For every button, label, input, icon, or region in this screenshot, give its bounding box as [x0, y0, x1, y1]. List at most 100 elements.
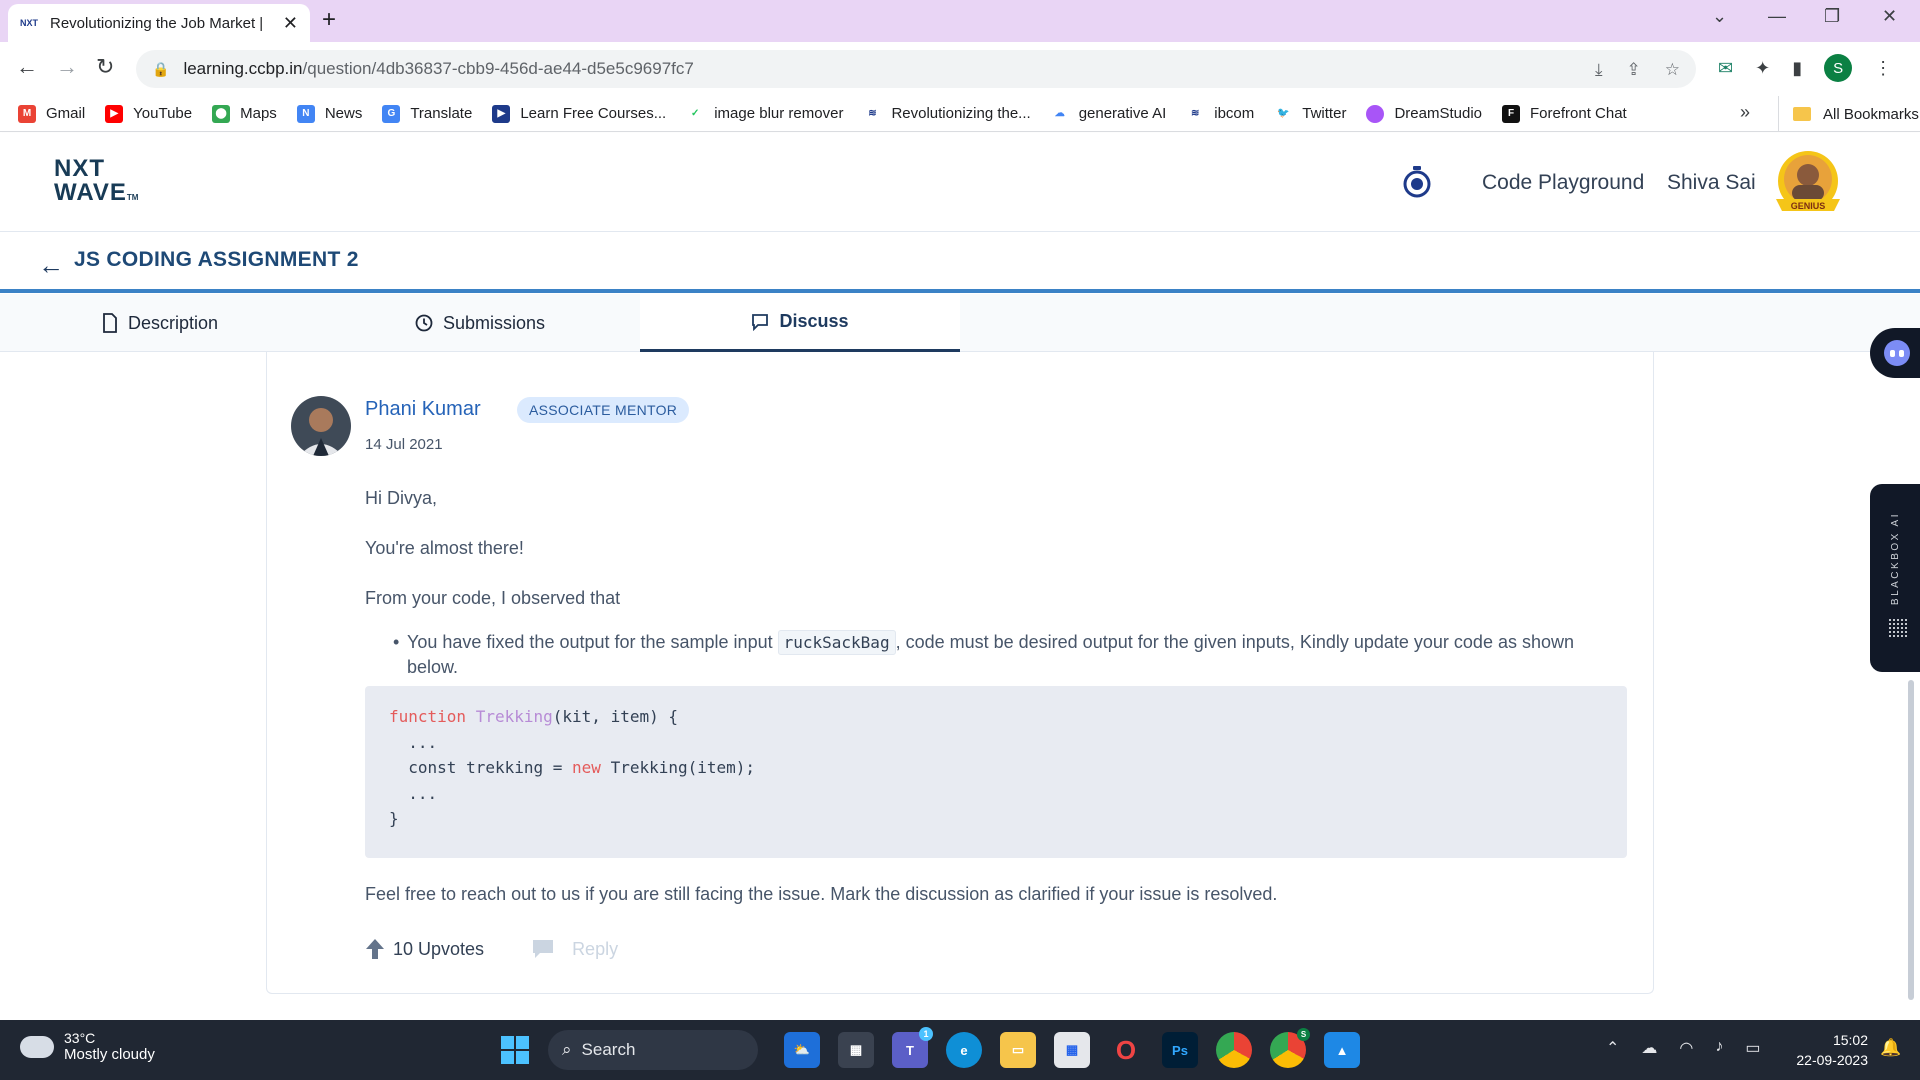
author-avatar[interactable] — [291, 396, 351, 456]
twitter-icon: 🐦 — [1277, 108, 1290, 119]
weather-status: Mostly cloudy — [64, 1046, 155, 1063]
lock-icon[interactable]: 🔒 — [152, 61, 169, 78]
taskbar-apps: ⌕ Search ⛅ ▦ T1 e ▭ ▦ O Ps S ▲ — [500, 1027, 1360, 1070]
browser-tab-active[interactable]: NXT Revolutionizing the Job Market | ✕ — [8, 4, 310, 42]
photoshop-icon[interactable]: Ps — [1162, 1032, 1198, 1068]
teams-badge: 1 — [919, 1027, 933, 1041]
question-tabs: Description Submissions Discuss — [0, 294, 1920, 352]
copilot-icon[interactable]: ⛅ — [784, 1032, 820, 1068]
bookmark-gmail[interactable]: M Gmail — [18, 104, 85, 123]
all-bookmarks[interactable]: All Bookmarks — [1778, 96, 1919, 132]
close-tab-icon[interactable]: ✕ — [283, 13, 298, 34]
user-avatar[interactable]: GENIUS — [1770, 151, 1846, 215]
bookmark-learn-free-courses[interactable]: ▶ Learn Free Courses... — [492, 104, 666, 123]
role-badge: ASSOCIATE MENTOR — [517, 397, 690, 423]
windows-start-icon[interactable] — [500, 1035, 530, 1065]
extensions-puzzle-icon[interactable]: ✦ — [1755, 58, 1770, 79]
tab-search-icon[interactable]: ⌄ — [1712, 6, 1727, 27]
battery-icon[interactable]: ▭ — [1745, 1038, 1760, 1058]
check-icon: ✓ — [691, 108, 700, 119]
tab-description[interactable]: Description — [0, 294, 320, 352]
chrome-profile-icon[interactable]: S — [1270, 1028, 1310, 1068]
back-arrow-icon[interactable]: ← — [38, 250, 64, 281]
tab-discuss[interactable]: Discuss — [640, 294, 960, 352]
profile-avatar[interactable]: S — [1824, 54, 1853, 82]
author-name[interactable]: Phani Kumar — [365, 398, 481, 421]
page-scrollbar[interactable] — [1908, 680, 1914, 1000]
bookmark-maps[interactable]: ⬤ Maps — [212, 104, 277, 123]
extension-mail-icon[interactable]: ✉ — [1718, 58, 1733, 79]
chrome-icon[interactable] — [1216, 1032, 1252, 1068]
reload-icon[interactable]: ↻ — [96, 54, 114, 80]
teams-icon[interactable]: T1 — [892, 1027, 933, 1068]
bookmark-ibcom[interactable]: ≋ ibcom — [1186, 105, 1254, 123]
tab-submissions[interactable]: Submissions — [320, 294, 640, 352]
tab-title: Revolutionizing the Job Market | — [50, 14, 264, 32]
bookmark-star-icon[interactable]: ☆ — [1665, 60, 1680, 80]
post-line-1: You're almost there! — [365, 538, 524, 558]
genius-badge: GENIUS — [1791, 201, 1826, 211]
folder-explorer-icon[interactable]: ▭ — [1000, 1032, 1036, 1068]
browser-menu-icon[interactable]: ⋮ — [1874, 58, 1892, 79]
blackbox-side-panel[interactable]: BLACKBOX AI — [1870, 484, 1920, 672]
taskbar-search[interactable]: ⌕ Search — [548, 1030, 758, 1070]
bullet-dot: • — [393, 632, 400, 652]
bookmark-image-blur-remover[interactable]: ✓ image blur remover — [686, 105, 843, 123]
upvote-button[interactable]: 10 Upvotes — [365, 938, 484, 960]
translate-icon: G — [382, 104, 401, 123]
new-tab-icon[interactable]: + — [322, 6, 336, 34]
bookmark-revolutionizing[interactable]: ≋ Revolutionizing the... — [863, 105, 1030, 123]
taskbar: 33°C Mostly cloudy ⌕ Search ⛅ ▦ T1 e ▭ ▦ … — [0, 1020, 1920, 1080]
restore-icon[interactable]: ❐ — [1824, 6, 1840, 27]
back-icon[interactable]: ← — [16, 54, 38, 80]
share-icon[interactable]: ⇪ — [1627, 60, 1641, 80]
user-name[interactable]: Shiva Sai — [1667, 171, 1756, 195]
weather-widget[interactable]: 33°C Mostly cloudy — [20, 1027, 155, 1063]
notification-bell-icon[interactable]: 🔔 — [1880, 1038, 1901, 1058]
clock-date: 22-09-2023 — [1796, 1052, 1868, 1068]
nxtwave-favicon-icon: NXT — [20, 18, 38, 28]
google-cloud-icon: ☁ — [1054, 108, 1065, 119]
bookmark-dreamstudio[interactable]: DreamStudio — [1366, 104, 1482, 123]
install-icon[interactable]: ⤓ — [1595, 60, 1603, 80]
browser-tab-strip: NXT Revolutionizing the Job Market | ✕ +… — [0, 0, 1920, 42]
bookmark-twitter[interactable]: 🐦 Twitter — [1274, 105, 1346, 123]
chevron-up-icon[interactable]: ⌃ — [1606, 1038, 1619, 1058]
reply-icon — [533, 940, 554, 958]
file-manager-icon[interactable]: ▦ — [838, 1032, 874, 1068]
maps-icon: ⬤ — [212, 104, 231, 123]
play-icon: ▶ — [492, 104, 511, 123]
forefront-icon: F — [1502, 104, 1520, 123]
bookmark-forefront-chat[interactable]: F Forefront Chat — [1502, 104, 1627, 123]
code-playground-link[interactable]: Code Playground — [1482, 171, 1644, 195]
forward-icon[interactable]: → — [56, 54, 78, 80]
bookmark-youtube[interactable]: ▶ YouTube — [105, 104, 192, 123]
nxtwave-logo[interactable]: NXT WAVETM — [54, 157, 138, 210]
side-panel-icon[interactable]: ▮ — [1792, 58, 1802, 79]
url-bar[interactable]: 🔒 learning.ccbp.in/question/4db36837-cbb… — [136, 50, 1696, 88]
wifi-icon[interactable]: ◠ — [1679, 1038, 1693, 1058]
chat-bot-widget[interactable] — [1870, 328, 1920, 378]
search-icon: ⌕ — [562, 1040, 572, 1059]
bookmark-translate[interactable]: G Translate — [382, 104, 472, 123]
post-bullet: • You have fixed the output for the samp… — [393, 630, 1574, 677]
bookmark-news[interactable]: N News — [296, 104, 362, 123]
more-bookmarks-icon[interactable]: » — [1740, 102, 1750, 123]
close-window-icon[interactable]: ✕ — [1882, 6, 1897, 27]
minimize-icon[interactable]: — — [1768, 6, 1786, 27]
post-line-2: From your code, I observed that — [365, 588, 621, 608]
volume-icon[interactable]: ♪ — [1715, 1038, 1723, 1058]
stopwatch-icon[interactable] — [1402, 165, 1432, 199]
arrow-up-icon — [366, 939, 384, 959]
photos-icon[interactable]: ▲ — [1324, 1032, 1360, 1068]
url-host: learning.ccbp.in — [183, 59, 303, 78]
bot-icon — [1884, 340, 1910, 366]
reply-button[interactable]: Reply — [532, 939, 618, 960]
opera-icon[interactable]: O — [1108, 1032, 1144, 1068]
bookmark-generative-ai[interactable]: ☁ generative AI — [1051, 105, 1167, 123]
microsoft-store-icon[interactable]: ▦ — [1054, 1032, 1090, 1068]
edge-icon[interactable]: e — [946, 1032, 982, 1068]
system-clock[interactable]: 15:02 22-09-2023 — [1780, 1030, 1868, 1070]
inline-code: ruckSackBag — [777, 630, 896, 655]
onedrive-icon[interactable]: ☁ — [1641, 1038, 1657, 1058]
